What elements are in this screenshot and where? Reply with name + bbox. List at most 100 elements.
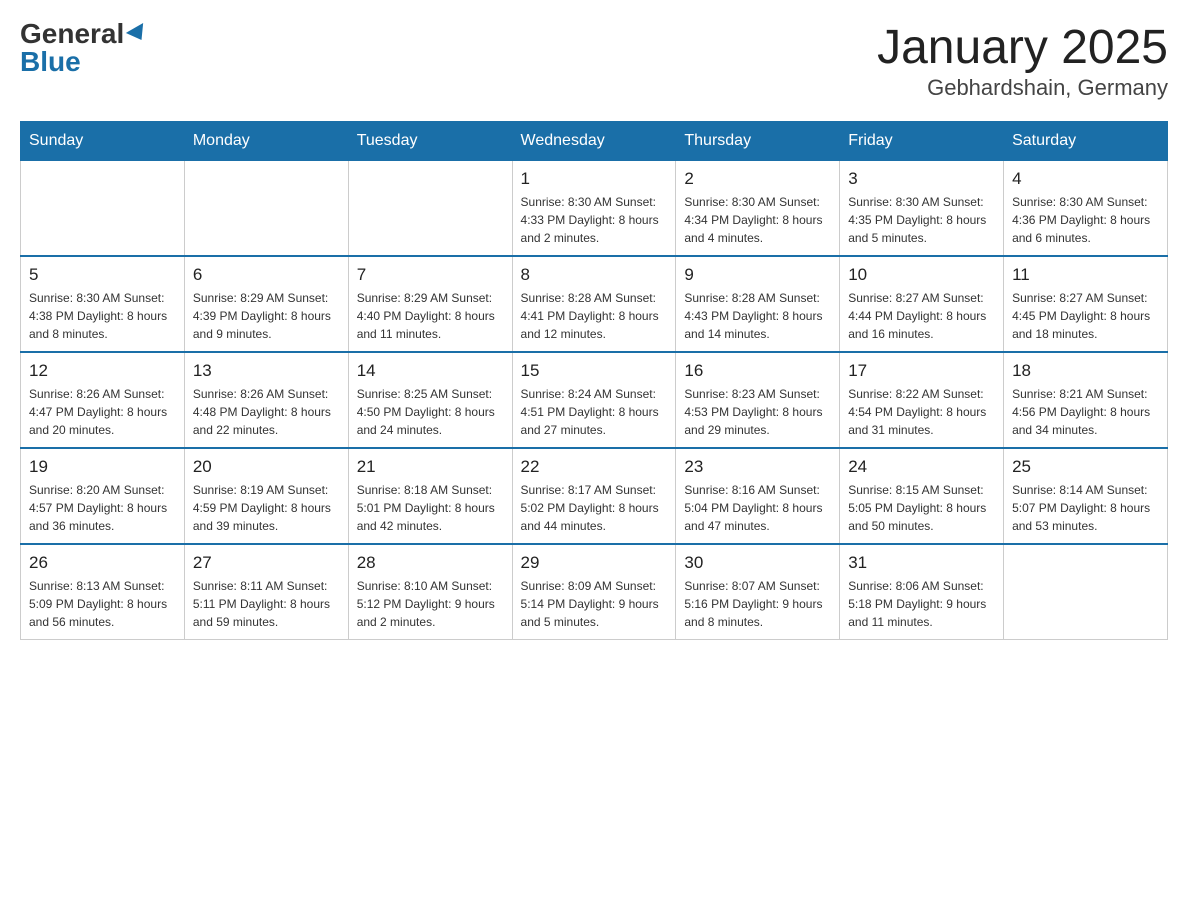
day-number: 31	[848, 553, 995, 573]
calendar-day-cell: 15 Sunrise: 8:24 AM Sunset: 4:51 PM Dayli…	[512, 352, 676, 448]
day-info: Sunrise: 8:23 AM Sunset: 4:53 PM Dayligh…	[684, 385, 831, 439]
calendar-day-cell: 21 Sunrise: 8:18 AM Sunset: 5:01 PM Dayli…	[348, 448, 512, 544]
day-number: 5	[29, 265, 176, 285]
logo-general-text: General	[20, 20, 124, 48]
day-number: 21	[357, 457, 504, 477]
calendar-day-cell	[184, 161, 348, 257]
day-info: Sunrise: 8:18 AM Sunset: 5:01 PM Dayligh…	[357, 481, 504, 535]
day-number: 27	[193, 553, 340, 573]
page-header: General Blue January 2025 Gebhardshain, …	[20, 20, 1168, 101]
day-info: Sunrise: 8:25 AM Sunset: 4:50 PM Dayligh…	[357, 385, 504, 439]
month-title: January 2025	[877, 20, 1168, 75]
calendar-week-row: 5 Sunrise: 8:30 AM Sunset: 4:38 PM Daylig…	[21, 256, 1168, 352]
day-info: Sunrise: 8:30 AM Sunset: 4:33 PM Dayligh…	[521, 193, 668, 247]
calendar-day-header: Thursday	[676, 122, 840, 161]
day-info: Sunrise: 8:21 AM Sunset: 4:56 PM Dayligh…	[1012, 385, 1159, 439]
calendar-header-row: SundayMondayTuesdayWednesdayThursdayFrid…	[21, 122, 1168, 161]
location-text: Gebhardshain, Germany	[877, 75, 1168, 101]
day-number: 17	[848, 361, 995, 381]
day-info: Sunrise: 8:26 AM Sunset: 4:47 PM Dayligh…	[29, 385, 176, 439]
calendar-day-header: Wednesday	[512, 122, 676, 161]
calendar-day-cell: 11 Sunrise: 8:27 AM Sunset: 4:45 PM Dayli…	[1004, 256, 1168, 352]
day-info: Sunrise: 8:28 AM Sunset: 4:43 PM Dayligh…	[684, 289, 831, 343]
calendar-week-row: 26Sunrise: 8:13 AM Sunset: 5:09 PM Dayli…	[21, 544, 1168, 640]
day-info: Sunrise: 8:22 AM Sunset: 4:54 PM Dayligh…	[848, 385, 995, 439]
day-info: Sunrise: 8:14 AM Sunset: 5:07 PM Dayligh…	[1012, 481, 1159, 535]
calendar-day-header: Friday	[840, 122, 1004, 161]
day-number: 3	[848, 169, 995, 189]
day-info: Sunrise: 8:29 AM Sunset: 4:39 PM Dayligh…	[193, 289, 340, 343]
day-number: 22	[521, 457, 668, 477]
day-info: Sunrise: 8:13 AM Sunset: 5:09 PM Dayligh…	[29, 577, 176, 631]
day-info: Sunrise: 8:06 AM Sunset: 5:18 PM Dayligh…	[848, 577, 995, 631]
calendar-day-cell: 23 Sunrise: 8:16 AM Sunset: 5:04 PM Dayli…	[676, 448, 840, 544]
calendar-day-cell: 30Sunrise: 8:07 AM Sunset: 5:16 PM Dayli…	[676, 544, 840, 640]
calendar-week-row: 19 Sunrise: 8:20 AM Sunset: 4:57 PM Dayli…	[21, 448, 1168, 544]
calendar-day-cell: 24Sunrise: 8:15 AM Sunset: 5:05 PM Dayli…	[840, 448, 1004, 544]
day-info: Sunrise: 8:24 AM Sunset: 4:51 PM Dayligh…	[521, 385, 668, 439]
calendar-day-cell: 7 Sunrise: 8:29 AM Sunset: 4:40 PM Daylig…	[348, 256, 512, 352]
calendar-day-cell: 3 Sunrise: 8:30 AM Sunset: 4:35 PM Daylig…	[840, 161, 1004, 257]
day-number: 8	[521, 265, 668, 285]
day-info: Sunrise: 8:15 AM Sunset: 5:05 PM Dayligh…	[848, 481, 995, 535]
calendar-day-cell: 8 Sunrise: 8:28 AM Sunset: 4:41 PM Daylig…	[512, 256, 676, 352]
day-number: 11	[1012, 265, 1159, 285]
day-info: Sunrise: 8:10 AM Sunset: 5:12 PM Dayligh…	[357, 577, 504, 631]
day-number: 29	[521, 553, 668, 573]
calendar-day-cell: 2 Sunrise: 8:30 AM Sunset: 4:34 PM Daylig…	[676, 161, 840, 257]
day-info: Sunrise: 8:28 AM Sunset: 4:41 PM Dayligh…	[521, 289, 668, 343]
calendar-day-cell: 10Sunrise: 8:27 AM Sunset: 4:44 PM Dayli…	[840, 256, 1004, 352]
day-number: 2	[684, 169, 831, 189]
day-number: 14	[357, 361, 504, 381]
day-number: 6	[193, 265, 340, 285]
day-number: 15	[521, 361, 668, 381]
day-number: 20	[193, 457, 340, 477]
calendar-day-cell: 12Sunrise: 8:26 AM Sunset: 4:47 PM Dayli…	[21, 352, 185, 448]
day-info: Sunrise: 8:20 AM Sunset: 4:57 PM Dayligh…	[29, 481, 176, 535]
calendar-day-cell: 14 Sunrise: 8:25 AM Sunset: 4:50 PM Dayli…	[348, 352, 512, 448]
day-number: 25	[1012, 457, 1159, 477]
day-info: Sunrise: 8:30 AM Sunset: 4:38 PM Dayligh…	[29, 289, 176, 343]
day-info: Sunrise: 8:30 AM Sunset: 4:36 PM Dayligh…	[1012, 193, 1159, 247]
calendar-day-cell: 28 Sunrise: 8:10 AM Sunset: 5:12 PM Dayli…	[348, 544, 512, 640]
day-number: 13	[193, 361, 340, 381]
day-number: 9	[684, 265, 831, 285]
day-info: Sunrise: 8:26 AM Sunset: 4:48 PM Dayligh…	[193, 385, 340, 439]
calendar-day-cell: 13 Sunrise: 8:26 AM Sunset: 4:48 PM Dayli…	[184, 352, 348, 448]
day-number: 18	[1012, 361, 1159, 381]
calendar-day-cell: 4 Sunrise: 8:30 AM Sunset: 4:36 PM Daylig…	[1004, 161, 1168, 257]
calendar-day-cell: 29Sunrise: 8:09 AM Sunset: 5:14 PM Dayli…	[512, 544, 676, 640]
calendar-day-cell: 17 Sunrise: 8:22 AM Sunset: 4:54 PM Dayli…	[840, 352, 1004, 448]
day-info: Sunrise: 8:17 AM Sunset: 5:02 PM Dayligh…	[521, 481, 668, 535]
calendar-day-cell	[21, 161, 185, 257]
calendar-day-header: Monday	[184, 122, 348, 161]
logo-blue-text: Blue	[20, 48, 81, 76]
day-info: Sunrise: 8:30 AM Sunset: 4:35 PM Dayligh…	[848, 193, 995, 247]
calendar-day-cell: 5 Sunrise: 8:30 AM Sunset: 4:38 PM Daylig…	[21, 256, 185, 352]
calendar-day-cell: 9 Sunrise: 8:28 AM Sunset: 4:43 PM Daylig…	[676, 256, 840, 352]
day-info: Sunrise: 8:27 AM Sunset: 4:45 PM Dayligh…	[1012, 289, 1159, 343]
day-number: 16	[684, 361, 831, 381]
day-number: 30	[684, 553, 831, 573]
day-info: Sunrise: 8:16 AM Sunset: 5:04 PM Dayligh…	[684, 481, 831, 535]
day-info: Sunrise: 8:29 AM Sunset: 4:40 PM Dayligh…	[357, 289, 504, 343]
day-number: 23	[684, 457, 831, 477]
day-number: 7	[357, 265, 504, 285]
calendar-day-cell: 27 Sunrise: 8:11 AM Sunset: 5:11 PM Dayli…	[184, 544, 348, 640]
calendar-day-cell: 1 Sunrise: 8:30 AM Sunset: 4:33 PM Daylig…	[512, 161, 676, 257]
calendar-day-cell: 16 Sunrise: 8:23 AM Sunset: 4:53 PM Dayli…	[676, 352, 840, 448]
day-info: Sunrise: 8:30 AM Sunset: 4:34 PM Dayligh…	[684, 193, 831, 247]
day-number: 1	[521, 169, 668, 189]
logo-arrow-icon	[126, 23, 150, 45]
calendar-day-cell: 22 Sunrise: 8:17 AM Sunset: 5:02 PM Dayli…	[512, 448, 676, 544]
day-number: 19	[29, 457, 176, 477]
calendar-day-cell: 25 Sunrise: 8:14 AM Sunset: 5:07 PM Dayli…	[1004, 448, 1168, 544]
day-info: Sunrise: 8:19 AM Sunset: 4:59 PM Dayligh…	[193, 481, 340, 535]
calendar-day-cell: 19 Sunrise: 8:20 AM Sunset: 4:57 PM Dayli…	[21, 448, 185, 544]
day-number: 4	[1012, 169, 1159, 189]
day-info: Sunrise: 8:11 AM Sunset: 5:11 PM Dayligh…	[193, 577, 340, 631]
day-number: 28	[357, 553, 504, 573]
calendar-day-cell: 20 Sunrise: 8:19 AM Sunset: 4:59 PM Dayli…	[184, 448, 348, 544]
calendar-day-cell: 6 Sunrise: 8:29 AM Sunset: 4:39 PM Daylig…	[184, 256, 348, 352]
calendar-day-header: Tuesday	[348, 122, 512, 161]
